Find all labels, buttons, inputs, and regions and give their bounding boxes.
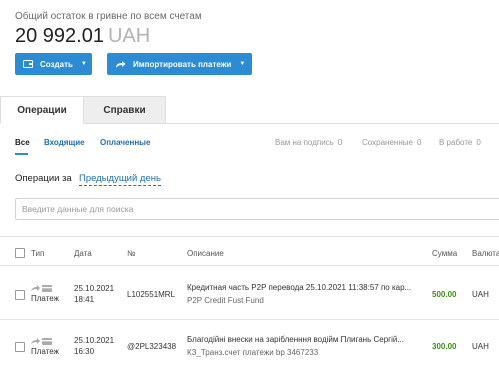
- row-currency: UAH: [472, 290, 489, 299]
- search-input[interactable]: Введите данные для поиска: [15, 198, 499, 220]
- import-button-label: Импортировать платежи: [133, 59, 232, 69]
- caret-down-icon: ▼: [239, 61, 246, 67]
- wallet-icon: [23, 60, 33, 68]
- tab-references[interactable]: Справки: [84, 96, 166, 124]
- row-time: 18:41: [74, 295, 95, 304]
- reply-arrow-icon: [31, 338, 40, 344]
- payment-type-icons: [31, 285, 52, 292]
- filter-incoming[interactable]: Входящие: [44, 138, 85, 147]
- row-sum: 300.00: [432, 342, 457, 351]
- row-currency: UAH: [472, 342, 489, 351]
- filter-label: В работе: [439, 138, 473, 147]
- period-label: Операции за: [15, 173, 72, 184]
- filter-saved[interactable]: Сохраненные 0: [362, 138, 421, 147]
- create-button-label: Создать: [40, 59, 73, 69]
- row-checkbox[interactable]: [15, 342, 25, 352]
- row-checkbox[interactable]: [15, 290, 25, 300]
- balance-currency: UAH: [107, 25, 151, 47]
- tab-operations[interactable]: Операции: [0, 96, 84, 124]
- share-arrow-icon: [115, 60, 126, 69]
- column-header-currency[interactable]: Валюта: [472, 249, 499, 258]
- filter-to-sign[interactable]: Вам на подпись 0: [275, 138, 342, 147]
- filter-label: Сохраненные: [362, 138, 413, 147]
- card-icon: [42, 338, 52, 345]
- balance-value: 20 992.01: [15, 25, 104, 47]
- balance-label: Общий остаток в гривне по всем счетам: [15, 11, 202, 22]
- row-number: @2PL323438: [127, 342, 177, 351]
- row-time: 16:30: [74, 347, 95, 356]
- filter-in-progress[interactable]: В работе 0: [439, 138, 481, 147]
- payment-type-icons: [31, 338, 52, 345]
- row-type: Платеж: [31, 347, 59, 356]
- caret-down-icon: ▼: [80, 61, 87, 67]
- row-description-secondary: P2P Credit Fust Fund: [187, 296, 264, 305]
- row-description: Благодійні внески на зарібленння водійм …: [187, 335, 404, 344]
- balance-amount: 20 992.01 UAH: [15, 25, 150, 48]
- divider: [0, 236, 499, 237]
- reply-arrow-icon: [31, 285, 40, 291]
- create-button[interactable]: Создать ▼: [15, 53, 92, 75]
- card-icon: [42, 285, 52, 292]
- row-date: 25.10.2021: [74, 284, 115, 293]
- column-header-date[interactable]: Дата: [74, 249, 92, 258]
- select-all-checkbox[interactable]: [15, 248, 25, 258]
- import-payments-button[interactable]: Импортировать платежи ▼: [107, 53, 252, 75]
- row-description: Кредитная часть P2P перевода 25.10.2021 …: [187, 283, 412, 292]
- active-filter-underline: [15, 153, 28, 155]
- row-type: Платеж: [31, 294, 59, 303]
- divider: [0, 265, 499, 266]
- row-date: 25.10.2021: [74, 336, 115, 345]
- filter-count: 0: [476, 138, 481, 147]
- column-header-description[interactable]: Описание: [187, 249, 224, 258]
- period-selector[interactable]: Предыдущий день: [79, 173, 161, 186]
- row-sum: 500.00: [432, 290, 457, 299]
- divider: [0, 319, 499, 320]
- filter-count: 0: [416, 138, 422, 147]
- filter-all[interactable]: Все: [15, 138, 30, 147]
- filter-count: 0: [337, 138, 343, 147]
- row-number: L102551MRL: [127, 290, 176, 299]
- column-header-type[interactable]: Тип: [31, 249, 44, 258]
- column-header-number[interactable]: №: [127, 249, 136, 258]
- filter-label: Вам на подпись: [275, 138, 334, 147]
- row-description-secondary: КЗ_Транз.счет платежи bp 3467233: [187, 348, 319, 357]
- filter-paid[interactable]: Оплаченные: [100, 138, 150, 147]
- tabs-bar: Операции Справки: [0, 96, 499, 124]
- column-header-sum[interactable]: Сумма: [432, 249, 457, 258]
